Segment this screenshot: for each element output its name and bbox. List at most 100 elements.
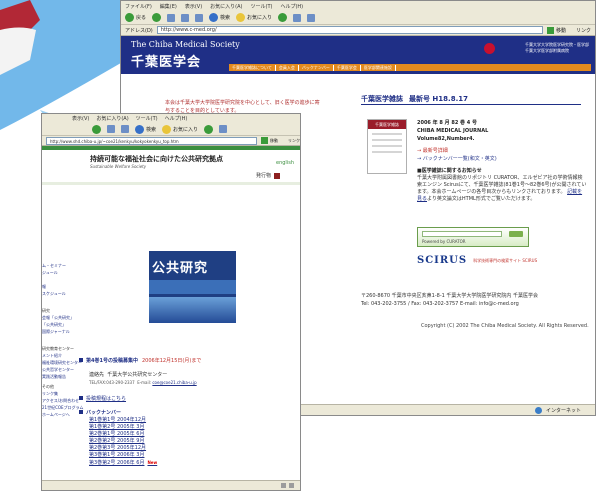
menu-help[interactable]: ヘルプ(H) bbox=[280, 3, 303, 10]
contact-info: 連絡先 千葉大学公共研究センター bbox=[89, 372, 168, 378]
cover-line bbox=[372, 145, 402, 147]
backnumber-list-link[interactable]: → バックナンバー一覧(和文・英文) bbox=[417, 155, 497, 163]
home-icon[interactable] bbox=[195, 13, 204, 22]
journal-cover-image[interactable]: 千葉医学雑誌 bbox=[367, 119, 407, 174]
sidebar-item[interactable]: 会報「公共研究」 bbox=[42, 314, 75, 321]
toolbar: 戻る 検索 お気に入り bbox=[121, 11, 595, 25]
email-link[interactable]: coe@coe21.chiba-u.jp bbox=[152, 380, 196, 385]
print-icon[interactable] bbox=[307, 13, 316, 22]
cover-line bbox=[372, 133, 402, 135]
search-button[interactable]: 検索 bbox=[135, 124, 156, 134]
links-button[interactable]: リンク bbox=[576, 27, 595, 34]
divider bbox=[361, 104, 581, 105]
address-input[interactable]: http://www.c-med.org/ bbox=[156, 26, 543, 34]
submission-row: 投稿規程はこちら bbox=[79, 395, 289, 403]
sidebar-item[interactable]: 公共哲学センター bbox=[42, 366, 75, 373]
go-button[interactable]: 移動 bbox=[546, 26, 572, 34]
journal-heading: 千葉医学雑誌 最新号 H18.8.17 bbox=[361, 95, 468, 103]
sidebar-item[interactable]: 国際ジャーナル bbox=[42, 328, 75, 335]
publications-link[interactable]: 発行物 bbox=[256, 172, 280, 179]
menu-tools[interactable]: ツール(T) bbox=[136, 115, 158, 122]
forward-arrow-icon[interactable] bbox=[152, 13, 162, 22]
sidebar-item[interactable]: アクセス/お問合わせ bbox=[42, 397, 79, 404]
latest-issue-link[interactable]: → 最新号詳細 bbox=[417, 147, 497, 155]
english-link[interactable]: english bbox=[276, 160, 294, 166]
refresh-icon[interactable] bbox=[181, 13, 190, 22]
square-bullet-icon bbox=[79, 358, 83, 362]
square-bullet-icon bbox=[79, 396, 83, 400]
mail-icon[interactable] bbox=[293, 13, 302, 22]
stop-icon[interactable] bbox=[167, 13, 176, 22]
backnumber-link[interactable]: 第3巻第2号 2006年 6月 bbox=[89, 460, 144, 466]
submission-guide-link[interactable]: 投稿規程はこちら bbox=[86, 396, 126, 402]
sidebar: ム・セミナー ジュール 報 スケジュール 研究 会報「公共研究」 「公共研究」 … bbox=[42, 262, 83, 490]
favorites-button[interactable]: お気に入り bbox=[162, 124, 198, 134]
nav-item-facilities[interactable]: 医学部関連施設 bbox=[364, 64, 396, 71]
scirus-description: 科学技術専門の検索サイト SCIRUS bbox=[473, 257, 538, 263]
menu-favorites[interactable]: お気に入り(A) bbox=[210, 3, 242, 10]
menu-bar: ファイル(F) 編集(E) 表示(V) お気に入り(A) ツール(T) ヘルプ(… bbox=[121, 1, 595, 11]
nav-item-society[interactable]: 千葉医学会 bbox=[337, 64, 361, 71]
backnumber-list: 第1巻第1号 2004年12月 第1巻第2号 2005年 3月 第2巻第1号 2… bbox=[89, 417, 289, 467]
sidebar-item[interactable]: ム・セミナー bbox=[42, 262, 75, 269]
square-bullet-icon bbox=[79, 410, 83, 414]
curator-search-button[interactable] bbox=[509, 231, 523, 237]
status-icon bbox=[281, 483, 286, 488]
sidebar-item[interactable]: 「公共研究」 bbox=[42, 321, 75, 328]
sidebar-category: 研究教育センター bbox=[42, 346, 74, 351]
menu-view[interactable]: 表示(V) bbox=[72, 115, 89, 122]
links-button[interactable]: リンク bbox=[288, 138, 300, 144]
sidebar-item[interactable]: 報 bbox=[42, 283, 75, 290]
backnumber-item: 第3巻第2号 2006年 6月 New bbox=[89, 459, 289, 467]
backnumber-link[interactable]: 第1巻第2号 2005年 3月 bbox=[89, 424, 289, 431]
back-arrow-icon[interactable] bbox=[92, 124, 101, 134]
backnumber-link[interactable]: 第2巻第3号 2005年12月 bbox=[89, 445, 289, 452]
menu-favorites[interactable]: お気に入り(A) bbox=[96, 115, 128, 122]
history-icon[interactable] bbox=[204, 124, 214, 134]
nav-item-join[interactable]: 会員入会 bbox=[279, 64, 299, 71]
news-section: 第4巻1号の投稿募集中 2006年12月15日(月)まで 連絡先 千葉大学公共研究… bbox=[79, 357, 289, 467]
site-title-en: Sustainable Welfare Society bbox=[90, 164, 147, 169]
sidebar-item[interactable]: メント紹介 bbox=[42, 352, 75, 359]
banner-strip bbox=[149, 297, 236, 323]
mail-icon[interactable] bbox=[219, 125, 228, 133]
new-badge: New bbox=[147, 460, 158, 465]
site-title-en: The Chiba Medical Society bbox=[131, 40, 240, 49]
history-icon[interactable] bbox=[278, 13, 288, 22]
sidebar-item[interactable]: 実践活動報告 bbox=[42, 373, 75, 380]
back-button[interactable]: 戻る bbox=[125, 13, 146, 22]
nav-item-about[interactable]: 千葉医学雑誌について bbox=[232, 64, 276, 71]
sidebar-item[interactable]: ホームページへ bbox=[42, 411, 75, 418]
sidebar-item[interactable]: 福祉環境研究センター bbox=[42, 359, 82, 366]
menu-help[interactable]: ヘルプ(H) bbox=[165, 115, 188, 122]
status-bar bbox=[42, 480, 300, 490]
menu-edit[interactable]: 編集(E) bbox=[160, 3, 177, 10]
backnumber-link[interactable]: 第2巻第1号 2005年 6月 bbox=[89, 431, 289, 438]
address-input[interactable]: http://www.shd.chiba-u.jp/~coe21/kenkyu/… bbox=[46, 136, 257, 145]
backnumber-link[interactable]: 第1巻第1号 2004年12月 bbox=[89, 417, 289, 424]
sidebar-item[interactable]: スケジュール bbox=[42, 290, 75, 297]
menu-bar: 表示(V) お気に入り(A) ツール(T) ヘルプ(H) bbox=[42, 114, 300, 123]
backnumber-link[interactable]: 第3巻第1号 2006年 3月 bbox=[89, 452, 289, 459]
journal-banner-image[interactable]: 公共研究 bbox=[149, 251, 236, 323]
go-button[interactable]: 移動 bbox=[261, 137, 284, 144]
sidebar-item[interactable]: 21世紀COEプログラム bbox=[42, 404, 83, 411]
favorites-button[interactable]: お気に入り bbox=[236, 13, 272, 22]
sidebar-item[interactable]: ジュール bbox=[42, 269, 75, 276]
scirus-link[interactable]: SCIRUS 科学技術専門の検索サイト SCIRUS bbox=[417, 255, 537, 266]
stop-icon[interactable] bbox=[107, 125, 115, 133]
star-icon bbox=[162, 124, 172, 134]
menu-view[interactable]: 表示(V) bbox=[185, 3, 202, 10]
journal-links: → 最新号詳細 → バックナンバー一覧(和文・英文) bbox=[417, 147, 497, 163]
site-header: 持続可能な福祉社会に向けた公共研究拠点 Sustainable Welfare … bbox=[42, 146, 300, 196]
go-arrow-icon bbox=[261, 137, 268, 144]
backnumber-link[interactable]: 第2巻第2号 2005年 9月 bbox=[89, 438, 289, 445]
menu-file[interactable]: ファイル(F) bbox=[125, 3, 152, 10]
nav-item-backnumber[interactable]: バックナンバー bbox=[302, 64, 334, 71]
curator-search-input[interactable] bbox=[422, 231, 502, 237]
search-button[interactable]: 検索 bbox=[209, 13, 230, 22]
refresh-icon[interactable] bbox=[121, 125, 129, 133]
menu-tools[interactable]: ツール(T) bbox=[251, 3, 273, 10]
copyright: Copyright (C) 2002 The Chiba Medical Soc… bbox=[421, 323, 589, 329]
sidebar-item[interactable]: リンク集 bbox=[42, 390, 75, 397]
